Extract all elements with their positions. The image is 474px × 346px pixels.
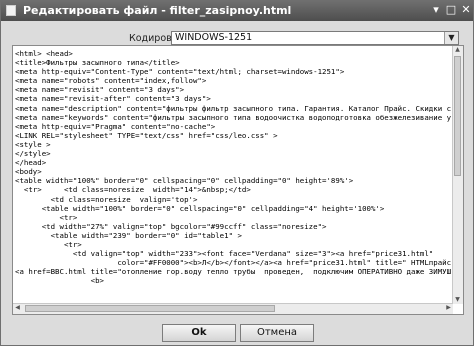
code-line: <tr> <box>15 239 82 249</box>
code-text[interactable]: <html> <head> <title>Фильтры засыпного ти… <box>15 49 451 303</box>
code-line: <td width="27%" valign="top" bgcolor="#9… <box>15 221 327 231</box>
close-icon[interactable]: ✕ <box>460 4 472 16</box>
code-line: <meta name="keywords" content="фильтры з… <box>15 112 451 122</box>
code-line: color="#FF0000"><b>Л</b></font></a><a hr… <box>15 258 451 268</box>
minimize-icon[interactable]: ▾ <box>430 4 442 16</box>
code-line: <meta http-equiv="Content-Type" content=… <box>15 67 345 77</box>
code-line: <table width="239" border="0" id="table1… <box>15 230 242 240</box>
maximize-icon[interactable]: □ <box>445 4 457 16</box>
window-title: Редактировать файл - filter_zasipnoy.htm… <box>23 4 292 17</box>
edit-file-dialog: Редактировать файл - filter_zasipnoy.htm… <box>0 0 474 346</box>
vertical-scroll-thumb[interactable] <box>454 56 461 176</box>
code-line: <tr> <td class=noresize width="14">&nbsp… <box>15 185 251 195</box>
title-bar[interactable]: Редактировать файл - filter_zasipnoy.htm… <box>1 1 473 21</box>
encoding-value: WINDOWS-1251 <box>175 32 253 43</box>
code-line: <b> <box>15 276 104 286</box>
code-line: </head> <box>15 158 47 168</box>
code-line: <td valign="top" width="233"><font face=… <box>15 249 434 259</box>
ok-button[interactable]: Ok <box>162 324 236 342</box>
code-line: <style > <box>15 139 51 149</box>
code-line: <meta name="revisit-after" content="3 da… <box>15 94 211 104</box>
file-icon <box>6 5 16 16</box>
code-line: <LINK REL="stylesheet" TYPE="text/css" h… <box>15 130 278 140</box>
code-line: <a href=BBC.html title="отопление гор.во… <box>15 267 451 277</box>
code-editor[interactable]: <html> <head> <title>Фильтры засыпного ти… <box>12 45 464 315</box>
code-line: <meta name="revisit" content="3 days"> <box>15 85 185 95</box>
code-line: <table width="100%" border="0" cellspaci… <box>15 176 354 186</box>
horizontal-scrollbar[interactable]: ◀ ▶ <box>13 303 453 314</box>
horizontal-scroll-thumb[interactable] <box>25 305 275 312</box>
code-line: </style> <box>15 149 51 159</box>
code-line: <html> <head> <box>15 49 73 58</box>
code-line: <tr> <box>15 212 78 222</box>
scroll-left-icon[interactable]: ◀ <box>13 304 22 312</box>
scroll-right-icon[interactable]: ▶ <box>444 304 453 312</box>
chevron-down-icon[interactable]: ▼ <box>444 32 458 44</box>
code-line: <title>Фильтры засыпного типа</title> <box>15 58 180 68</box>
scroll-up-icon[interactable]: ▲ <box>453 46 462 54</box>
vertical-scrollbar[interactable]: ▲ ▼ <box>452 46 463 304</box>
encoding-select[interactable]: WINDOWS-1251 ▼ <box>171 31 459 45</box>
code-line: <meta http-equiv="Pragma" content="no-ca… <box>15 121 216 131</box>
code-line: <body> <box>15 167 42 177</box>
scroll-down-icon[interactable]: ▼ <box>453 296 462 304</box>
code-line: <td class=noresize valign='top'> <box>15 194 198 204</box>
code-line: <meta name="robots" content="index,follo… <box>15 76 207 86</box>
cancel-button[interactable]: Отмена <box>240 324 314 342</box>
code-line: <meta name="description" content="фильтр… <box>15 103 451 113</box>
code-line: <table width="100%" border="0" cellspaci… <box>15 203 385 213</box>
